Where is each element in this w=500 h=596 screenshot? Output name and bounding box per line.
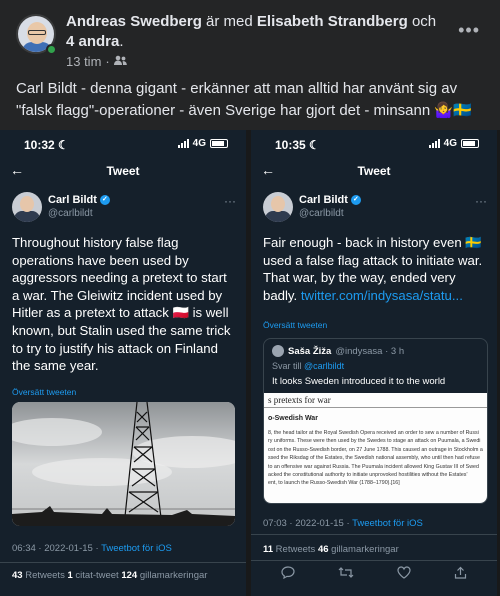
tweet-timestamp: 07:03 · 2022-01-15 · Tweetbot för iOS [263, 518, 423, 529]
author-handle: @carlbildt [48, 208, 93, 219]
quoted-image-title: s pretexts for war [268, 395, 331, 405]
more-icon: ··· [475, 194, 487, 208]
divider [251, 560, 497, 561]
tweet-photo [12, 402, 235, 526]
clock: 10:35 ☾ [275, 138, 320, 152]
tweet-text: Throughout history false flag operations… [12, 235, 231, 374]
quoted-avatar [272, 345, 284, 357]
clock: 10:32 ☾ [24, 138, 69, 152]
post-header: Andreas Swedberg är med Elisabeth Strand… [14, 10, 486, 70]
tweet-stats: 43 Retweets 1 citat-tweet 124 gillamarke… [12, 570, 208, 581]
more-icon: ··· [224, 194, 236, 208]
reply-icon [281, 566, 295, 582]
battery-icon [461, 139, 479, 148]
post-meta: 13 tim · [66, 54, 127, 69]
tagged-user-link[interactable]: Elisabeth Strandberg [257, 13, 408, 30]
like-heart-icon [397, 566, 411, 582]
tweet-link: twitter.com/indysasa/statu... [300, 287, 463, 303]
divider [0, 562, 246, 563]
verified-badge-icon: ✓ [350, 195, 361, 205]
author-name-link[interactable]: Andreas Swedberg [66, 13, 202, 30]
translate-tweet-link: Översätt tweeten [12, 387, 77, 397]
author-name: Carl Bildt [299, 194, 348, 206]
tweet-timestamp: 06:34 · 2022-01-15 · Tweetbot för iOS [12, 543, 172, 554]
signal-icon [177, 139, 189, 148]
author-avatar [12, 192, 42, 222]
tweet-screenshot-2: 10:35 ☾ 4G ← Tweet Carl Bildt ✓ @carlbild… [251, 130, 497, 596]
status-bar: 10:32 ☾ 4G [24, 138, 228, 154]
more-options-icon[interactable]: ••• [458, 20, 480, 41]
author-handle: @carlbildt [299, 208, 344, 219]
post-title: Andreas Swedberg är med Elisabeth Strand… [66, 13, 437, 50]
reply-to: Svar till @carlbildt [272, 361, 345, 371]
tweet-author: Carl Bildt ✓ @carlbildt ··· [12, 192, 236, 226]
quoted-text: It looks Sweden introduced it to the wor… [272, 376, 446, 387]
status-bar: 10:35 ☾ 4G [275, 138, 479, 154]
tweet-text: Fair enough - back in history even 🇸🇪 us… [263, 235, 483, 303]
quoted-handle: @indysasa · 3 h [335, 345, 405, 357]
quoted-name: Saša Žiža [288, 345, 332, 357]
quoted-image-body: 8, the head tailor at the Royal Swedish … [268, 430, 483, 487]
quoted-image: s pretexts for war o-Swedish War 8, the … [264, 393, 487, 503]
divider [251, 534, 497, 535]
tweet-source-link: Tweetbot för iOS [352, 518, 423, 529]
post-timestamp-link[interactable]: 13 tim [66, 54, 101, 69]
share-icon [454, 566, 467, 582]
quoted-image-heading: o-Swedish War [268, 415, 318, 422]
network-label: 4G [443, 138, 457, 149]
tweet-source-link: Tweetbot för iOS [101, 543, 172, 554]
signal-icon [428, 139, 440, 148]
tweet-actions [281, 566, 467, 582]
network-label: 4G [192, 138, 206, 149]
tweet-screenshot-1: 10:32 ☾ 4G ← Tweet Carl Bildt ✓ @carlbild… [0, 130, 246, 596]
translate-tweet-link: Översätt tweeten [263, 320, 328, 330]
tweet-header-title: Tweet [106, 164, 140, 178]
retweet-icon [338, 566, 354, 582]
friends-audience-icon[interactable] [113, 54, 127, 69]
post-image[interactable]: 10:32 ☾ 4G ← Tweet Carl Bildt ✓ @carlbild… [0, 130, 500, 596]
online-status-dot [46, 44, 57, 55]
battery-icon [210, 139, 228, 148]
tweet-header-title: Tweet [357, 164, 391, 178]
verified-badge-icon: ✓ [99, 195, 110, 205]
others-link[interactable]: 4 andra [66, 33, 119, 50]
tweet-author: Carl Bildt ✓ @carlbildt ··· [263, 192, 487, 226]
quoted-tweet: Saša Žiža @indysasa · 3 h Svar till @carl… [263, 338, 488, 504]
tweet-stats: 11 Retweets 46 gillamarkeringar [263, 544, 399, 555]
author-name: Carl Bildt [48, 194, 97, 206]
moon-icon: ☾ [309, 138, 320, 152]
moon-icon: ☾ [58, 138, 69, 152]
author-avatar [263, 192, 293, 222]
post-text: Carl Bildt - denna gigant - erkänner att… [16, 80, 472, 119]
